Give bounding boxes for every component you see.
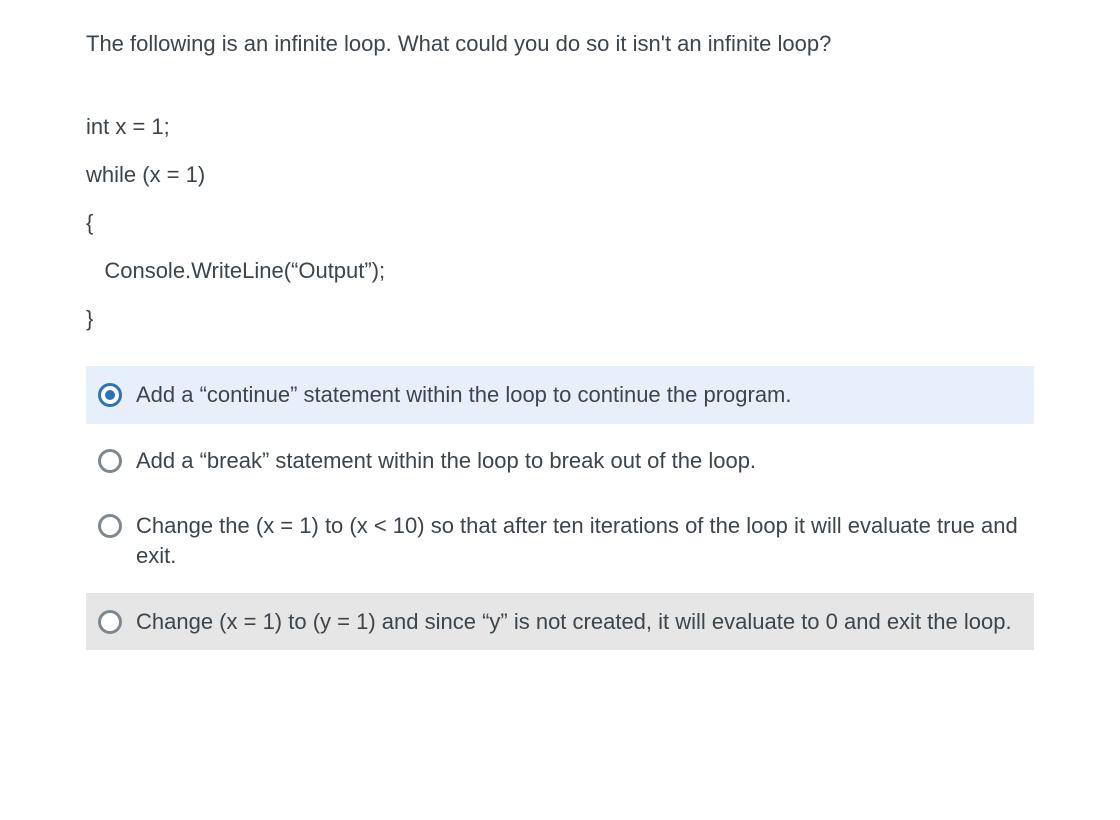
code-line: while (x = 1) bbox=[86, 164, 1034, 186]
answer-option-0[interactable]: Add a “continue” statement within the lo… bbox=[86, 366, 1034, 424]
answer-option-1[interactable]: Add a “break” statement within the loop … bbox=[86, 432, 1034, 490]
answer-option-2[interactable]: Change the (x = 1) to (x < 10) so that a… bbox=[86, 497, 1034, 584]
answer-option-label: Change (x = 1) to (y = 1) and since “y” … bbox=[136, 607, 1012, 637]
radio-icon bbox=[98, 514, 122, 538]
code-line: } bbox=[86, 308, 1034, 330]
code-block: int x = 1; while (x = 1) { Console.Write… bbox=[86, 116, 1034, 330]
answer-option-label: Change the (x = 1) to (x < 10) so that a… bbox=[136, 511, 1022, 570]
code-line: int x = 1; bbox=[86, 116, 1034, 138]
quiz-question: The following is an infinite loop. What … bbox=[0, 0, 1120, 820]
radio-icon bbox=[98, 449, 122, 473]
answer-option-label: Add a “continue” statement within the lo… bbox=[136, 380, 792, 410]
answer-options: Add a “continue” statement within the lo… bbox=[86, 366, 1034, 658]
radio-icon bbox=[98, 383, 122, 407]
answer-option-label: Add a “break” statement within the loop … bbox=[136, 446, 756, 476]
code-line: Console.WriteLine(“Output”); bbox=[86, 260, 1034, 282]
radio-icon bbox=[98, 610, 122, 634]
code-line: { bbox=[86, 212, 1034, 234]
question-prompt: The following is an infinite loop. What … bbox=[86, 28, 1034, 60]
answer-option-3[interactable]: Change (x = 1) to (y = 1) and since “y” … bbox=[86, 593, 1034, 651]
